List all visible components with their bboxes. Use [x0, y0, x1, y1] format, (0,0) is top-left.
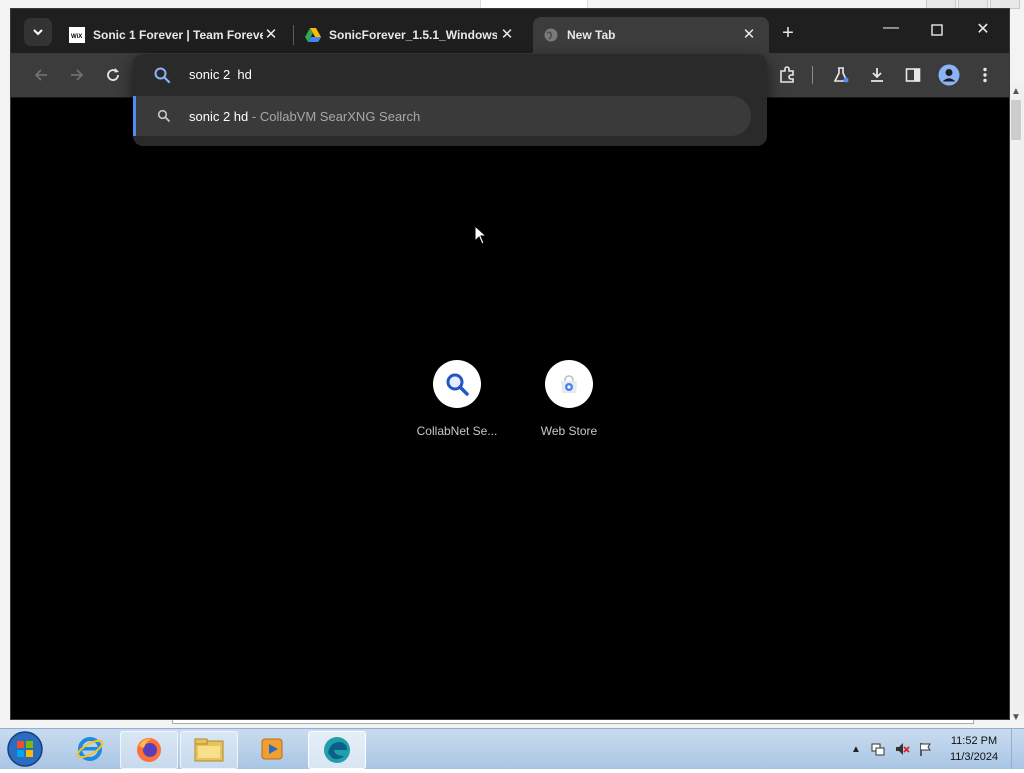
- tab-title: New Tab: [567, 28, 616, 42]
- labs-flask-icon[interactable]: [829, 63, 853, 87]
- browser-window: WiX Sonic 1 Forever | Team Forever ✕ Son…: [10, 8, 1010, 720]
- tab-title: SonicForever_1.5.1_Windows.zi: [329, 28, 497, 42]
- suggestion-accent-bar: [133, 96, 136, 136]
- system-clock[interactable]: 11:52 PM 11/3/2024: [934, 733, 1014, 765]
- clock-time: 11:52 PM: [950, 735, 998, 747]
- shortcut-label: CollabNet Se...: [416, 424, 498, 438]
- media-player-icon[interactable]: [244, 731, 300, 767]
- show-hidden-icons-chevron-icon[interactable]: ▲: [847, 741, 865, 757]
- svg-text:WiX: WiX: [71, 34, 82, 40]
- tab-search-button[interactable]: [24, 18, 52, 46]
- maximize-icon[interactable]: [923, 19, 951, 43]
- minimize-icon[interactable]: —: [877, 19, 905, 43]
- search-icon: [446, 373, 469, 396]
- close-icon[interactable]: ✕: [741, 27, 757, 43]
- side-panel-icon[interactable]: [901, 63, 925, 87]
- shortcut-web-store[interactable]: Web Store: [521, 360, 617, 450]
- action-center-flag-icon[interactable]: [917, 741, 935, 757]
- tab-title: Sonic 1 Forever | Team Forever: [93, 28, 263, 42]
- show-desktop-button[interactable]: [1011, 729, 1024, 769]
- tab-sonic-forever[interactable]: WiX Sonic 1 Forever | Team Forever ✕: [59, 17, 291, 53]
- shortcut-collabnet-search[interactable]: CollabNet Se...: [409, 360, 505, 450]
- shortcut-icon-circle: [433, 360, 481, 408]
- clock-date: 11/3/2024: [949, 751, 999, 763]
- extensions-puzzle-icon[interactable]: [775, 63, 799, 87]
- close-window-icon[interactable]: ✕: [969, 19, 997, 43]
- shortcut-label: Web Store: [540, 424, 598, 438]
- suggestion-query: sonic 2 hd: [189, 109, 249, 124]
- new-tab-plus-icon[interactable]: +: [777, 23, 799, 45]
- chevron-down-icon: [33, 29, 43, 36]
- omnibox-suggestion[interactable]: sonic 2 hd - CollabVM SearXNG Search: [133, 96, 751, 136]
- start-button[interactable]: [6, 730, 46, 768]
- network-icon[interactable]: [869, 741, 887, 757]
- edge-icon[interactable]: [308, 731, 366, 769]
- mouse-cursor-icon: [474, 225, 488, 245]
- tab-separator: [293, 25, 294, 45]
- internet-explorer-icon[interactable]: [62, 731, 118, 767]
- suggestion-description: - CollabVM SearXNG Search: [251, 109, 421, 124]
- new-tab-page: CollabNet Se... Web Store: [11, 98, 1009, 719]
- close-icon[interactable]: ✕: [499, 27, 515, 43]
- globe-icon: [543, 27, 559, 43]
- search-icon: [157, 109, 171, 123]
- back-arrow-icon[interactable]: [29, 63, 53, 87]
- web-store-icon: [561, 375, 577, 393]
- suggestion-text: sonic 2 hd - CollabVM SearXNG Search: [189, 109, 420, 124]
- search-icon: [154, 67, 171, 84]
- address-bar-text[interactable]: sonic 2 hd: [189, 67, 252, 82]
- download-icon[interactable]: [865, 63, 889, 87]
- reload-icon[interactable]: [101, 63, 125, 87]
- scroll-up-arrow-icon[interactable]: ▲: [1010, 86, 1022, 98]
- shortcut-icon-circle: [545, 360, 593, 408]
- wix-icon: WiX: [69, 27, 85, 43]
- address-bar[interactable]: sonic 2 hd: [133, 54, 767, 96]
- background-scroll-thumb[interactable]: [1011, 100, 1021, 140]
- forward-arrow-icon[interactable]: [65, 63, 89, 87]
- profile-avatar-icon[interactable]: [937, 63, 961, 87]
- tab-strip: WiX Sonic 1 Forever | Team Forever ✕ Son…: [11, 9, 1009, 53]
- taskbar: ▲ 11:52 PM 11/3/2024: [0, 728, 1024, 769]
- toolbar-separator: [812, 66, 813, 84]
- more-menu-kebab-icon[interactable]: [973, 63, 997, 87]
- volume-muted-icon[interactable]: [893, 741, 911, 757]
- tab-new-tab[interactable]: New Tab ✕: [533, 17, 769, 53]
- file-explorer-icon[interactable]: [180, 731, 238, 769]
- tab-sonicforever-download[interactable]: SonicForever_1.5.1_Windows.zi ✕: [295, 17, 527, 53]
- scroll-down-arrow-icon[interactable]: ▼: [1010, 712, 1022, 724]
- google-drive-icon: [305, 27, 321, 43]
- windows-start-orb-icon: [7, 731, 43, 767]
- close-icon[interactable]: ✕: [263, 27, 279, 43]
- omnibox-dropdown: sonic 2 hd sonic 2 hd - CollabVM SearXNG…: [133, 54, 767, 146]
- firefox-icon[interactable]: [120, 731, 178, 769]
